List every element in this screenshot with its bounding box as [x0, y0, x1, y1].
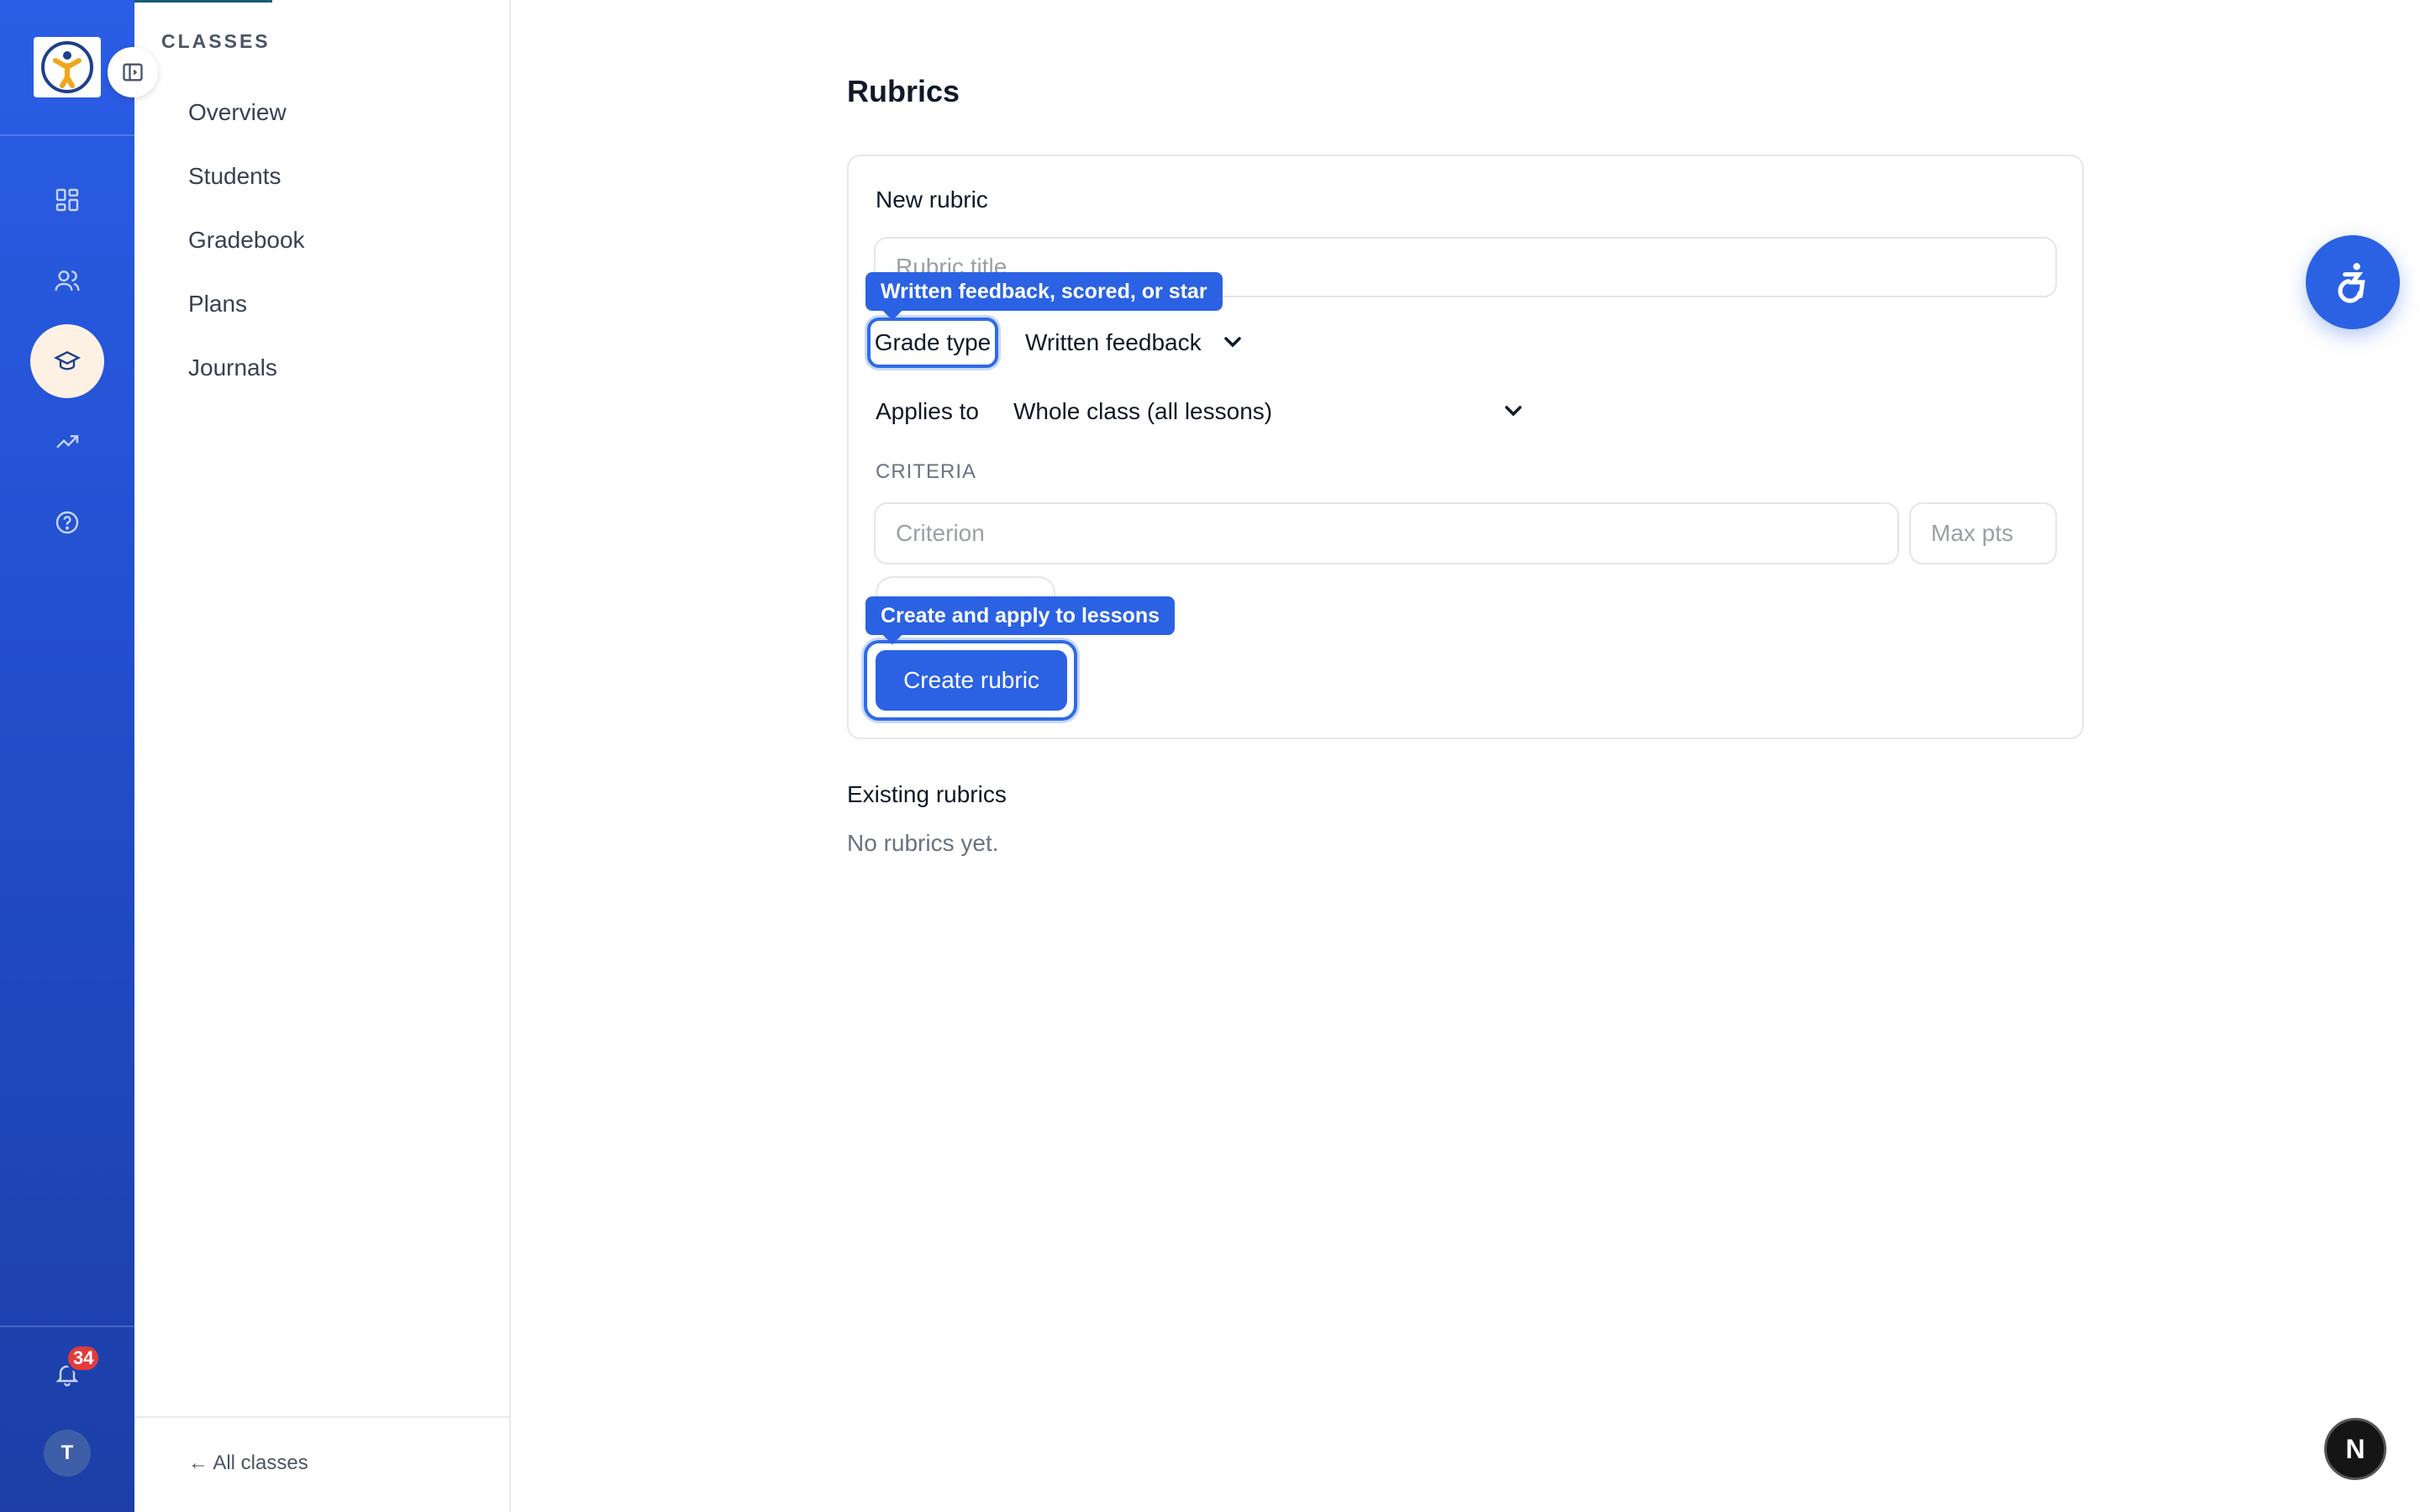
rail-divider-top	[0, 134, 134, 136]
create-rubric-tooltip: Create and apply to lessons	[865, 596, 1176, 635]
all-classes-link[interactable]: ← All classes	[188, 1452, 308, 1475]
dev-tools-badge[interactable]: N	[2324, 1418, 2386, 1480]
dashboard-icon	[55, 188, 79, 212]
grade-type-tooltip: Written feedback, scored, or star	[865, 272, 1223, 311]
people-icon	[55, 270, 80, 291]
chevron-down-icon[interactable]	[1504, 405, 1523, 417]
sidebar-item-plans[interactable]: Plans	[188, 291, 247, 318]
empty-state-text: No rubrics yet.	[847, 830, 999, 856]
trend-up-icon	[56, 435, 79, 449]
app-rail: 34 T	[0, 0, 158, 1512]
existing-rubrics-heading: Existing rubrics	[847, 781, 1007, 807]
rail-nav-dashboard[interactable]	[30, 163, 104, 237]
create-rubric-button[interactable]: Create rubric	[876, 650, 1067, 711]
rail-nav-classes[interactable]	[30, 324, 104, 398]
sidebar-item-journals[interactable]: Journals	[188, 354, 277, 381]
kid-logo-icon	[41, 41, 93, 93]
sidebar-collapse-button[interactable]	[108, 47, 158, 97]
help-circle-icon	[55, 511, 79, 534]
sidebar-toggle-icon	[123, 63, 143, 81]
sidebar-item-students[interactable]: Students	[188, 163, 281, 190]
grade-type-label[interactable]: Grade type	[867, 318, 998, 368]
progress-line	[134, 0, 272, 3]
rail-nav-help[interactable]	[30, 486, 104, 559]
applies-to-select[interactable]: Whole class (all lessons)	[1013, 398, 1272, 425]
rail-divider-bottom	[0, 1326, 134, 1327]
page-title: Rubrics	[847, 74, 960, 108]
app-logo[interactable]	[34, 37, 101, 97]
sidebar-item-gradebook[interactable]: Gradebook	[188, 227, 305, 254]
criterion-input[interactable]	[874, 502, 1899, 564]
grade-type-select[interactable]: Written feedback	[1025, 329, 1202, 356]
accessibility-icon	[2338, 263, 2365, 303]
criteria-heading: CRITERIA	[876, 460, 977, 483]
rail-nav-people[interactable]	[30, 244, 104, 318]
chevron-down-icon[interactable]	[1223, 336, 1242, 348]
rail-nav-analytics[interactable]	[30, 405, 104, 479]
sidebar-item-overview[interactable]: Overview	[188, 99, 287, 126]
max-points-input[interactable]	[1909, 502, 2057, 564]
notification-count-badge: 34	[66, 1344, 102, 1373]
graduation-cap-icon	[54, 350, 81, 370]
sidebar-heading: CLASSES	[161, 30, 271, 52]
new-rubric-heading: New rubric	[876, 186, 988, 213]
user-avatar[interactable]: T	[44, 1430, 91, 1477]
classes-sidebar: CLASSES Overview Students Gradebook Plan…	[134, 0, 511, 1512]
sidebar-footer-divider	[134, 1416, 509, 1418]
accessibility-button[interactable]	[2306, 235, 2400, 329]
applies-to-label: Applies to	[876, 398, 979, 424]
